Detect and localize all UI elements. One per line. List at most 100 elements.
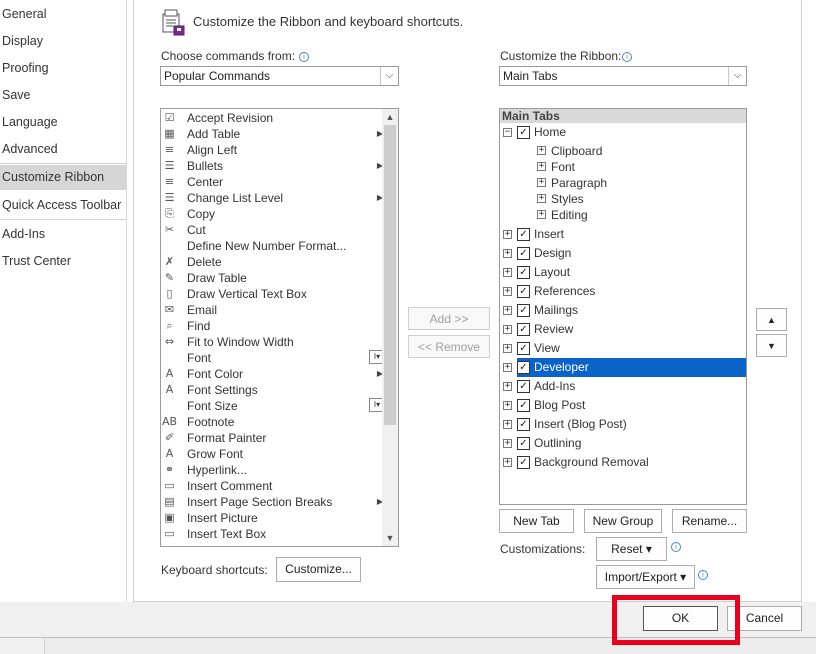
tab-checkbox[interactable]: ✓ (517, 266, 530, 279)
ribbon-tab-row[interactable]: + ✓ Outlining (503, 434, 746, 453)
command-item[interactable]: ☑ Accept Revision (161, 110, 383, 126)
scroll-thumb[interactable] (384, 125, 396, 425)
command-item[interactable]: ☰ Bullets ▶ (161, 158, 383, 174)
tab-checkbox[interactable]: ✓ (517, 437, 530, 450)
move-down-button[interactable]: ▼ (756, 334, 787, 357)
ribbon-tab-row[interactable]: + ✓ Design (503, 244, 746, 263)
command-item[interactable]: ⎘ Copy (161, 206, 383, 222)
command-item[interactable]: A Font Color ▶ (161, 366, 383, 382)
ribbon-group-row[interactable]: + Editing (537, 207, 737, 223)
expand-icon[interactable]: + (503, 230, 512, 239)
nav-item-quick-access-toolbar[interactable]: Quick Access Toolbar (0, 193, 126, 217)
command-item[interactable]: ▭ Insert Text Box (161, 526, 383, 542)
tab-checkbox[interactable]: ✓ (517, 456, 530, 469)
expand-icon[interactable]: + (503, 268, 512, 277)
ribbon-tab-row[interactable]: + ✓ View (503, 339, 746, 358)
nav-item-customize-ribbon[interactable]: Customize Ribbon (0, 165, 126, 190)
command-item[interactable]: ✉ Email (161, 302, 383, 318)
ribbon-group-row[interactable]: + Clipboard (537, 143, 737, 159)
ribbon-group-row[interactable]: + Styles (537, 191, 737, 207)
ribbon-group-row[interactable]: + Paragraph (537, 175, 737, 191)
reset-button[interactable]: Reset ▾ (596, 537, 667, 561)
expand-icon[interactable]: + (503, 249, 512, 258)
ribbon-tab-row[interactable]: + ✓ Background Removal (503, 453, 746, 472)
tab-checkbox[interactable]: ✓ (517, 380, 530, 393)
expand-icon[interactable]: + (503, 306, 512, 315)
command-item[interactable]: ▤ Insert Page Section Breaks ▶ (161, 494, 383, 510)
rename-button[interactable]: Rename... (672, 509, 747, 533)
command-item[interactable]: ▣ Insert Picture (161, 510, 383, 526)
customize-ribbon-dropdown[interactable]: Main Tabs ⌵ (499, 66, 747, 86)
expand-icon[interactable]: + (503, 420, 512, 429)
expand-icon[interactable]: + (503, 287, 512, 296)
command-item[interactable]: A Font Settings (161, 382, 383, 398)
expand-icon[interactable]: + (503, 382, 512, 391)
command-item[interactable]: Define New Number Format... (161, 238, 383, 254)
collapse-icon[interactable]: − (503, 127, 512, 137)
nav-item-language[interactable]: Language (0, 110, 126, 134)
nav-item-display[interactable]: Display (0, 29, 126, 53)
ribbon-tab-row[interactable]: + ✓ Mailings (503, 301, 746, 320)
expand-icon[interactable]: + (503, 401, 512, 410)
tab-checkbox[interactable]: ✓ (517, 399, 530, 412)
expand-icon[interactable]: + (503, 344, 512, 353)
tab-checkbox[interactable]: ✓ (517, 361, 530, 374)
command-item[interactable]: ≡ Center (161, 174, 383, 190)
command-item[interactable]: A Grow Font (161, 446, 383, 462)
command-item[interactable]: ⌕ Find (161, 318, 383, 334)
ribbon-tab-row[interactable]: + ✓ Review (503, 320, 746, 339)
nav-item-add-ins[interactable]: Add-Ins (0, 222, 126, 246)
expand-icon[interactable]: + (503, 458, 512, 467)
commands-scrollbar[interactable]: ▲ ▼ (382, 109, 398, 546)
expand-icon[interactable]: + (537, 146, 546, 155)
ribbon-tab-row[interactable]: + ✓ Blog Post (503, 396, 746, 415)
tab-checkbox[interactable]: ✓ (517, 247, 530, 260)
expand-icon[interactable]: + (537, 210, 546, 219)
ribbon-tab-row[interactable]: + ✓ Add-Ins (503, 377, 746, 396)
remove-button[interactable]: << Remove (408, 335, 490, 358)
tab-checkbox[interactable]: ✓ (517, 342, 530, 355)
expand-icon[interactable]: + (503, 325, 512, 334)
scroll-up-icon[interactable]: ▲ (382, 109, 398, 125)
command-item[interactable]: ≡ Align Left (161, 142, 383, 158)
expand-icon[interactable]: + (537, 178, 546, 187)
expand-icon[interactable]: + (503, 439, 512, 448)
expand-icon[interactable]: + (503, 363, 512, 372)
tab-checkbox[interactable]: ✓ (517, 418, 530, 431)
tab-checkbox[interactable]: ✓ (517, 285, 530, 298)
ribbon-tab-row[interactable]: + ✓ Insert (503, 225, 746, 244)
new-group-button[interactable]: New Group (584, 509, 662, 533)
customize-shortcuts-button[interactable]: Customize... (276, 557, 361, 582)
ribbon-tab-row[interactable]: + ✓ Layout (503, 263, 746, 282)
ribbon-tab-row[interactable]: + ✓ References (503, 282, 746, 301)
command-item[interactable]: ✗ Delete (161, 254, 383, 270)
tab-checkbox[interactable]: ✓ (517, 125, 530, 139)
expand-icon[interactable]: + (537, 162, 546, 171)
expand-icon[interactable]: + (537, 194, 546, 203)
nav-item-proofing[interactable]: Proofing (0, 56, 126, 80)
nav-item-advanced[interactable]: Advanced (0, 137, 126, 161)
nav-item-general[interactable]: General (0, 2, 126, 26)
choose-commands-dropdown[interactable]: Popular Commands ⌵ (160, 66, 399, 86)
ribbon-tab-row[interactable]: + ✓ Developer (503, 358, 746, 377)
command-item[interactable]: ⇔ Fit to Window Width (161, 334, 383, 350)
command-item[interactable]: Font I▾ (161, 350, 385, 366)
command-item[interactable]: ✂ Cut (161, 222, 383, 238)
command-item[interactable]: ▭ Insert Comment (161, 478, 383, 494)
nav-item-save[interactable]: Save (0, 83, 126, 107)
command-item[interactable]: ✎ Draw Table (161, 270, 383, 286)
new-tab-button[interactable]: New Tab (499, 509, 574, 533)
command-item[interactable]: ✐ Format Painter (161, 430, 383, 446)
add-button[interactable]: Add >> (408, 307, 490, 330)
nav-item-trust-center[interactable]: Trust Center (0, 249, 126, 273)
move-up-button[interactable]: ▲ (756, 308, 787, 331)
ribbon-tabs-tree[interactable]: Main Tabs − ✓ Home + Clipboard + Font + Paragrap… (499, 108, 747, 505)
ribbon-tab-row[interactable]: − ✓ Home (503, 123, 746, 141)
ribbon-tab-row[interactable]: + ✓ Insert (Blog Post) (503, 415, 746, 434)
scroll-down-icon[interactable]: ▼ (382, 530, 398, 546)
command-item[interactable]: ☰ Change List Level ▶ (161, 190, 383, 206)
commands-list[interactable]: ☑ Accept Revision ▦ Add Table ▶ ≡ Align Left ☰ B… (160, 108, 399, 547)
tab-checkbox[interactable]: ✓ (517, 323, 530, 336)
ribbon-group-row[interactable]: + Font (537, 159, 737, 175)
command-item[interactable]: AB Footnote (161, 414, 383, 430)
